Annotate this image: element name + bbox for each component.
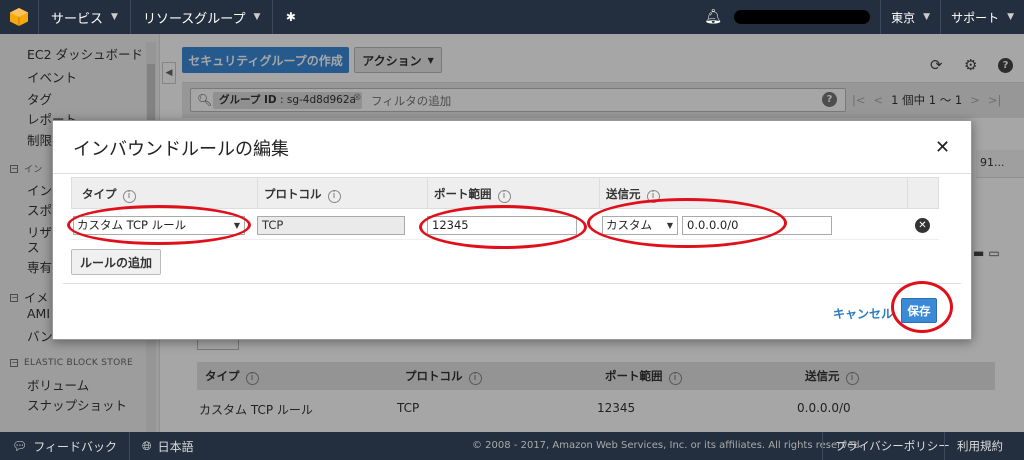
modal-title: インバウンドルールの編集 [73, 139, 289, 160]
chevron-down-icon: ▼ [923, 12, 931, 22]
header-type: タイプ i [82, 186, 136, 203]
account-menu-redacted[interactable] [734, 10, 871, 24]
chevron-down-icon: ▼ [1007, 12, 1014, 22]
divider [907, 178, 908, 208]
rules-header: タイプ i プロトコル i ポート範囲 i 送信元 i [71, 177, 939, 209]
cancel-button[interactable]: キャンセル [833, 305, 893, 322]
feedback-link[interactable]: 💬︎ フィードバック [0, 432, 129, 460]
region-menu[interactable]: 東京 ▼ [880, 0, 940, 34]
services-menu[interactable]: サービス ▼ [38, 0, 130, 34]
copyright-text: © 2008 - 2017, Amazon Web Services, Inc.… [472, 440, 863, 451]
protocol-field: TCP [257, 216, 405, 235]
edit-inbound-rules-dialog: インバウンドルールの編集 ✕ タイプ i プロトコル i ポート範囲 i 送信元 i カ… [52, 120, 972, 340]
port-range-input[interactable]: 12345 [427, 216, 577, 235]
globe-icon: 🌐︎ [142, 438, 152, 453]
terms-link[interactable]: 利用規約 [944, 432, 1015, 460]
close-icon[interactable]: ✕ [935, 137, 950, 158]
footer: 💬︎ フィードバック 🌐︎ 日本語 © 2008 - 2017, Amazon We… [0, 432, 1024, 460]
bell-icon[interactable]: 🔔︎ [698, 9, 728, 25]
header-protocol: プロトコル i [264, 186, 341, 203]
info-icon[interactable]: i [497, 190, 511, 203]
divider [599, 178, 600, 208]
aws-cube-icon[interactable] [0, 0, 38, 34]
top-navigation: サービス ▼ リソースグループ ▼ ✱ 🔔︎ 東京 ▼ サポート ▼ [0, 0, 1024, 34]
add-rule-button[interactable]: ルールの追加 [71, 249, 161, 275]
chevron-down-icon: ▼ [666, 221, 673, 230]
header-port-range: ポート範囲 i [434, 186, 511, 203]
resource-groups-menu[interactable]: リソースグループ ▼ [129, 0, 273, 34]
rule-type-select[interactable]: カスタム TCP ルール ▼ [73, 216, 245, 235]
source-mode-select[interactable]: カスタム ▼ [602, 216, 678, 235]
chevron-down-icon: ▼ [233, 221, 240, 230]
divider [53, 173, 971, 174]
source-cidr-input[interactable]: 0.0.0.0/0 [682, 216, 832, 235]
divider [63, 283, 961, 284]
info-icon[interactable]: i [122, 190, 136, 203]
info-icon[interactable]: i [327, 190, 341, 203]
remove-rule-icon[interactable]: ✕ [915, 218, 930, 233]
divider [257, 178, 258, 208]
support-menu[interactable]: サポート ▼ [940, 0, 1024, 34]
chevron-down-icon: ▼ [253, 12, 261, 22]
privacy-policy-link[interactable]: プライバシーポリシー [822, 432, 962, 460]
info-icon[interactable]: i [646, 190, 660, 203]
speech-bubble-icon: 💬︎ [12, 439, 28, 453]
rule-row: カスタム TCP ルール ▼ TCP 12345 カスタム ▼ 0.0.0.0/0 … [71, 210, 939, 240]
pin-icon[interactable]: ✱ [272, 0, 308, 34]
chevron-down-icon: ▼ [111, 12, 118, 22]
language-selector[interactable]: 🌐︎ 日本語 [129, 432, 206, 460]
divider [427, 178, 428, 208]
save-button[interactable]: 保存 [901, 298, 937, 323]
header-source: 送信元 i [606, 186, 660, 203]
